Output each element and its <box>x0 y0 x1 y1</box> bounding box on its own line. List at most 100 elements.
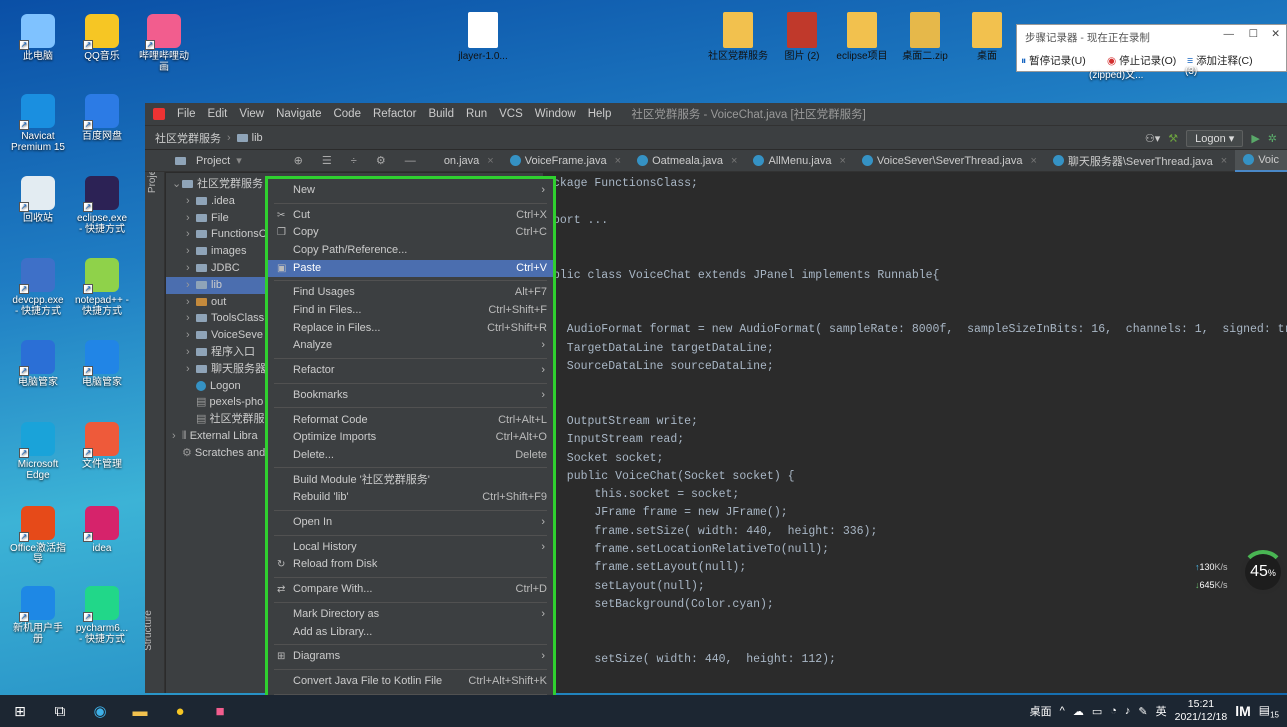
tree-item[interactable]: ⚙ Scratches and <box>172 445 265 462</box>
desktop-icon[interactable]: ↗ notepad++ - 快捷方式 <box>74 258 130 317</box>
run-icon[interactable]: ▶ <box>1251 132 1259 145</box>
chevron-up-icon[interactable]: ^ <box>1060 705 1065 717</box>
app-tray-icon[interactable]: lM <box>1235 703 1251 719</box>
expand-icon[interactable]: › <box>186 361 196 378</box>
editor-tab[interactable]: AllMenu.java × <box>745 150 853 172</box>
tree-item[interactable]: ▤ pexels-pho <box>186 394 263 411</box>
tree-item[interactable]: › out <box>186 294 226 311</box>
cloud-icon[interactable]: ☁ <box>1073 705 1084 718</box>
desktop-toolbar-label[interactable]: 桌面 <box>1030 703 1052 719</box>
ime-indicator[interactable]: 英 <box>1156 703 1167 719</box>
tree-item[interactable]: ⌄ 社区党群服务 <box>172 176 263 193</box>
structure-tool-tab[interactable]: Structure <box>145 610 154 651</box>
menu-item[interactable]: Bookmarks › <box>268 387 553 404</box>
expand-icon[interactable]: ⌄ <box>172 176 182 193</box>
desktop-icon[interactable]: ↗ 新机用户手册 <box>10 586 66 645</box>
editor-tab[interactable]: Voic <box>1235 149 1287 172</box>
menu-item[interactable]: ⊞ Diagrams › <box>268 648 553 665</box>
menu-build[interactable]: Build <box>428 108 454 120</box>
task-view-button[interactable]: ⧉ <box>40 695 80 727</box>
expand-icon[interactable]: › <box>186 243 196 260</box>
menu-item[interactable]: ❐ Copy Ctrl+C <box>268 224 553 241</box>
desktop-icon[interactable]: ↗ 哔哩哔哩动画 <box>136 14 192 73</box>
editor-tab[interactable]: VoiceSever\SeverThread.java × <box>854 150 1045 172</box>
menu-vcs[interactable]: VCS <box>499 108 523 120</box>
desktop-icon[interactable]: ↗ eclipse.exe - 快捷方式 <box>74 176 130 235</box>
desktop-icon[interactable]: ↗ idea <box>74 506 130 554</box>
desktop-icon[interactable]: ↗ 文件管理 <box>74 422 130 470</box>
menu-item[interactable]: Find Usages Alt+F7 <box>268 284 553 301</box>
edge-taskbar-button[interactable]: ◉ <box>80 695 120 727</box>
volume-icon[interactable]: ♪ <box>1125 705 1131 717</box>
desktop-icon[interactable]: ↗ 百度网盘 <box>74 94 130 142</box>
tree-item[interactable]: › 聊天服务器 <box>186 361 266 378</box>
menu-item[interactable]: Build Module '社区党群服务' <box>268 472 553 489</box>
desktop-icon[interactable]: ↗ Office激活指导 <box>10 506 66 565</box>
close-tab-icon[interactable]: × <box>839 155 845 167</box>
menu-item[interactable]: Delete... Delete <box>268 447 553 464</box>
close-tab-icon[interactable]: × <box>731 155 737 167</box>
wifi-icon[interactable]: ◔ <box>1110 705 1117 717</box>
code-editor[interactable]: ckage FunctionsClass; port ... blic class … <box>543 173 1287 693</box>
menu-item[interactable]: Mark Directory as › <box>268 606 553 623</box>
tree-item[interactable]: › 程序入口 <box>186 344 255 361</box>
editor-tab[interactable]: VoiceFrame.java × <box>502 150 629 172</box>
tree-item[interactable]: ▤ 社区党群服 <box>186 411 264 428</box>
desktop-icon[interactable]: ↗ 回收站 <box>10 176 66 224</box>
notification-button[interactable]: ▤15 <box>1259 703 1279 719</box>
desktop-icon[interactable]: ↗ 电脑管家 <box>74 340 130 388</box>
tree-item[interactable]: › .idea <box>186 193 235 210</box>
tree-item[interactable]: › FunctionsC <box>186 226 267 243</box>
expand-icon[interactable]: › <box>172 428 182 445</box>
menu-item[interactable]: Local History › <box>268 539 553 556</box>
menu-item[interactable]: Optimize Imports Ctrl+Alt+O <box>268 429 553 446</box>
clock[interactable]: 15:21 2021/12/18 <box>1175 698 1228 724</box>
close-tab-icon[interactable]: × <box>615 155 621 167</box>
desktop-icon[interactable]: ↗ Microsoft Edge <box>10 422 66 481</box>
breadcrumb-lib[interactable]: lib <box>252 132 263 144</box>
tree-item[interactable]: › ⫴ External Libra <box>172 428 258 445</box>
tree-item[interactable]: › VoiceSeve <box>186 327 263 344</box>
menu-item[interactable]: ✂ Cut Ctrl+X <box>268 207 553 224</box>
tree-item[interactable]: Logon <box>186 378 241 395</box>
project-panel-tools[interactable]: ⊕ ☰ ÷ ⚙ — <box>294 154 424 167</box>
desktop-icon[interactable]: ↗ 电脑管家 <box>10 340 66 388</box>
desktop-icon[interactable]: 桌面 <box>952 12 1022 63</box>
close-icon[interactable]: ✕ <box>1271 28 1280 40</box>
desktop-icon[interactable]: 桌面二.zip <box>890 12 960 63</box>
menu-run[interactable]: Run <box>466 108 487 120</box>
hammer-icon[interactable]: ⚒ <box>1168 132 1178 145</box>
menu-item[interactable]: Find in Files... Ctrl+Shift+F <box>268 302 553 319</box>
project-view-select[interactable]: Project <box>196 155 230 167</box>
tree-item[interactable]: › ToolsClass <box>186 310 264 327</box>
menu-item[interactable]: Convert Java File to Kotlin File Ctrl+Alt… <box>268 673 553 690</box>
menu-item[interactable]: ▣ Paste Ctrl+V <box>268 259 553 277</box>
desktop-icon[interactable]: ↗ devcpp.exe - 快捷方式 <box>10 258 66 317</box>
minimize-icon[interactable]: — <box>1224 28 1235 40</box>
menu-item[interactable]: Replace in Files... Ctrl+Shift+R <box>268 320 553 337</box>
menu-item[interactable]: New › <box>268 182 553 199</box>
menu-item[interactable]: Add as Library... <box>268 624 553 641</box>
menu-help[interactable]: Help <box>588 108 612 120</box>
menu-window[interactable]: Window <box>535 108 576 120</box>
expand-icon[interactable]: › <box>186 294 196 311</box>
breadcrumb-project[interactable]: 社区党群服务 <box>155 130 221 146</box>
tree-item[interactable]: › images <box>186 243 246 260</box>
desktop-icon[interactable]: ↗ QQ音乐 <box>74 14 130 62</box>
menu-refactor[interactable]: Refactor <box>373 108 416 120</box>
menu-edit[interactable]: Edit <box>208 108 228 120</box>
desktop-icon[interactable]: eclipse项目 <box>827 12 897 63</box>
expand-icon[interactable]: › <box>186 260 196 277</box>
tree-item[interactable]: › File <box>186 210 229 227</box>
expand-icon[interactable]: › <box>186 344 196 361</box>
desktop-icon[interactable]: ↗ pycharm6... - 快捷方式 <box>74 586 130 645</box>
maximize-icon[interactable]: ☐ <box>1249 28 1258 40</box>
start-button[interactable]: ⊞ <box>0 695 40 727</box>
menu-item[interactable]: ⇄ Compare With... Ctrl+D <box>268 581 553 598</box>
menu-navigate[interactable]: Navigate <box>276 108 321 120</box>
debug-icon[interactable]: ✲ <box>1268 132 1277 145</box>
expand-icon[interactable]: › <box>186 277 196 294</box>
tree-item[interactable]: › JDBC <box>186 260 240 277</box>
desktop-icon[interactable]: 社区党群服务 <box>703 12 773 63</box>
menu-item[interactable]: Rebuild 'lib' Ctrl+Shift+F9 <box>268 489 553 506</box>
